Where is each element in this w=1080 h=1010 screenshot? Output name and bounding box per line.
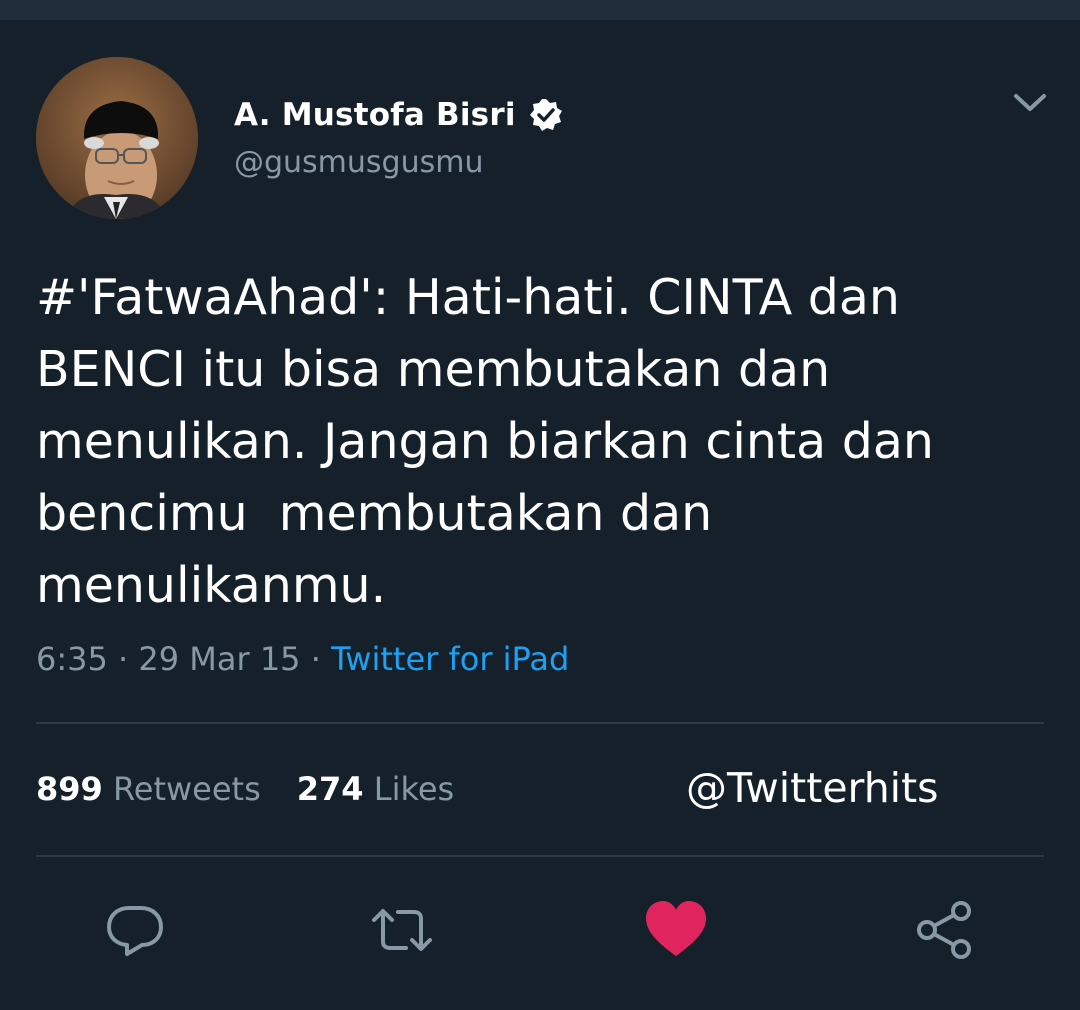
tweet-source-link[interactable]: Twitter for iPad xyxy=(331,640,569,678)
tweet-stats: 899 Retweets 274 Likes xyxy=(36,770,454,808)
avatar[interactable] xyxy=(36,57,198,219)
divider xyxy=(36,855,1044,857)
likes-count: 274 xyxy=(296,770,364,808)
verified-badge-icon xyxy=(528,97,564,133)
author-handle[interactable]: @gusmusgusmu xyxy=(234,145,483,180)
watermark-text: @Twitterhits xyxy=(686,764,939,812)
author-name[interactable]: A. Mustofa Bisri xyxy=(234,97,516,133)
tweet-date: 29 Mar 15 xyxy=(138,640,301,678)
reply-icon xyxy=(107,906,163,956)
meta-separator: · xyxy=(310,640,321,678)
retweets-stat[interactable]: 899 Retweets xyxy=(36,770,261,808)
tweet-meta: 6:35 · 29 Mar 15 · Twitter for iPad xyxy=(36,640,569,678)
divider xyxy=(36,722,1044,724)
likes-label: Likes xyxy=(373,770,455,808)
reply-button[interactable] xyxy=(103,898,167,962)
retweet-button[interactable] xyxy=(370,898,434,962)
tweet-text: #'FatwaAhad': Hati-hati. CINTA dan BENCI… xyxy=(36,269,934,614)
likes-stat[interactable]: 274 Likes xyxy=(297,770,454,808)
heart-icon xyxy=(646,901,706,956)
meta-separator: · xyxy=(118,640,129,678)
retweets-label: Retweets xyxy=(112,770,261,808)
retweets-count: 899 xyxy=(36,770,103,808)
retweet-icon xyxy=(372,909,432,951)
share-icon xyxy=(917,901,971,959)
top-bar xyxy=(0,0,1080,20)
author-row[interactable]: A. Mustofa Bisri xyxy=(234,93,564,137)
share-button[interactable] xyxy=(913,898,977,962)
like-button[interactable] xyxy=(644,898,708,962)
tweet-time: 6:35 xyxy=(36,640,108,678)
chevron-down-icon[interactable] xyxy=(1010,88,1050,116)
